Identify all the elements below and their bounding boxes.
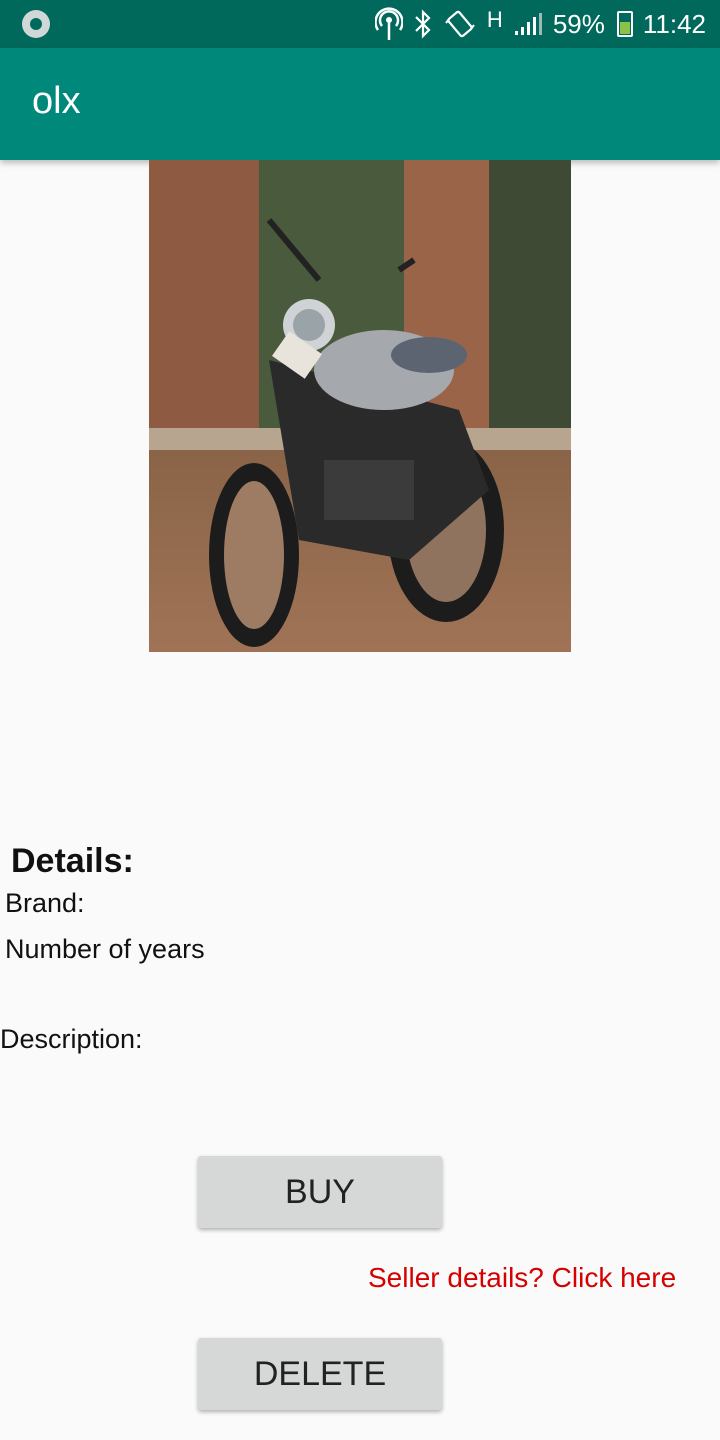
hotspot-icon [374, 7, 403, 41]
battery-icon [616, 11, 633, 37]
network-type-label: H [486, 7, 503, 32]
bluetooth-icon [413, 9, 433, 39]
description-label: Description: [0, 1024, 143, 1054]
app-bar: olx [0, 48, 720, 160]
status-bar: H 59% 11:42 [0, 0, 720, 48]
vibrate-icon [443, 9, 477, 39]
years-label: Number of years [5, 934, 205, 964]
app-notification-icon [22, 10, 50, 38]
details-heading: Details: [11, 842, 134, 880]
buy-button[interactable]: BUY [198, 1156, 442, 1228]
delete-button[interactable]: DELETE [198, 1338, 442, 1410]
app-title: olx [32, 80, 81, 122]
battery-percent: 59% [552, 8, 605, 39]
clock: 11:42 [642, 8, 706, 39]
signal-icon [513, 12, 543, 36]
product-image [149, 160, 571, 652]
seller-details-link[interactable]: Seller details? Click here [368, 1262, 676, 1294]
brand-label: Brand: [5, 888, 85, 918]
